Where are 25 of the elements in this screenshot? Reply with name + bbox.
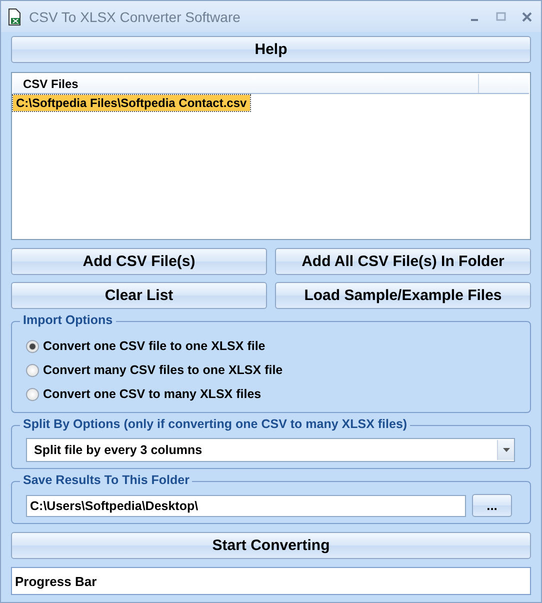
radio-label[interactable]: Convert one CSV to many XLSX files xyxy=(43,387,262,401)
radio-label[interactable]: Convert many CSV files to one XLSX file xyxy=(43,363,283,377)
radio-button[interactable] xyxy=(26,388,39,400)
browse-button[interactable]: ... xyxy=(472,494,512,517)
close-icon[interactable] xyxy=(521,10,533,22)
action-button[interactable]: Load Sample/Example Files xyxy=(275,282,531,309)
action-button[interactable]: Clear List xyxy=(11,282,267,309)
group-title: Split By Options (only if converting one CSV to many XLSX files) xyxy=(20,417,410,431)
column-header[interactable]: CSV Files xyxy=(13,74,479,93)
spreadsheet-icon xyxy=(7,8,23,26)
radio-button[interactable] xyxy=(26,340,39,352)
group-title: Import Options xyxy=(20,313,116,327)
help-button[interactable]: Help xyxy=(11,36,531,63)
radio-label[interactable]: Convert one CSV file to one XLSX file xyxy=(43,339,266,353)
maximize-icon[interactable] xyxy=(495,10,507,22)
group-title: Save Results To This Folder xyxy=(20,473,192,487)
list-row[interactable]: C:\Softpedia Files\Softpedia Contact.csv xyxy=(13,95,250,111)
start-button[interactable]: Start Converting xyxy=(11,532,531,559)
dropdown-value: Split file by every 3 columns xyxy=(33,443,204,457)
dropdown[interactable]: Split file by every 3 columns xyxy=(26,438,515,462)
action-button[interactable]: Add All CSV File(s) In Folder xyxy=(275,248,531,275)
folder-field[interactable]: C:\Users\Softpedia\Desktop\ xyxy=(26,494,466,516)
radio-button[interactable] xyxy=(26,364,39,376)
action-button[interactable]: Add CSV File(s) xyxy=(11,248,267,275)
window-title: CSV To XLSX Converter Software xyxy=(29,8,242,24)
